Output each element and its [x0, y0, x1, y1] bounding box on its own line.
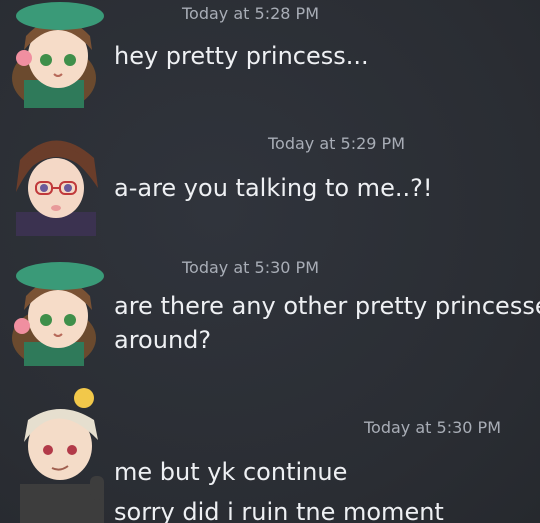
message-timestamp: Today at 5:28 PM	[182, 4, 319, 23]
message-text: hey pretty princess...	[114, 42, 369, 70]
message-timestamp: Today at 5:30 PM	[182, 258, 319, 277]
blond-boy-chick-avatar[interactable]	[6, 384, 114, 523]
message-timestamp: Today at 5:30 PM	[364, 418, 501, 437]
chat-log: Today at 5:28 PM hey pretty princess... …	[0, 0, 540, 523]
girl-green-beret-avatar[interactable]	[4, 258, 112, 366]
message-text: a-are you talking to me..?!	[114, 174, 433, 202]
message-text: are there any other pretty princesse	[114, 292, 540, 320]
message-text: me but yk continue	[114, 458, 348, 486]
boy-glasses-avatar[interactable]	[2, 128, 110, 236]
message-text: around?	[114, 326, 212, 354]
message-text: sorry did i ruin tne moment	[114, 498, 444, 523]
girl-green-beret-avatar[interactable]	[4, 0, 112, 108]
message-timestamp: Today at 5:29 PM	[268, 134, 405, 153]
